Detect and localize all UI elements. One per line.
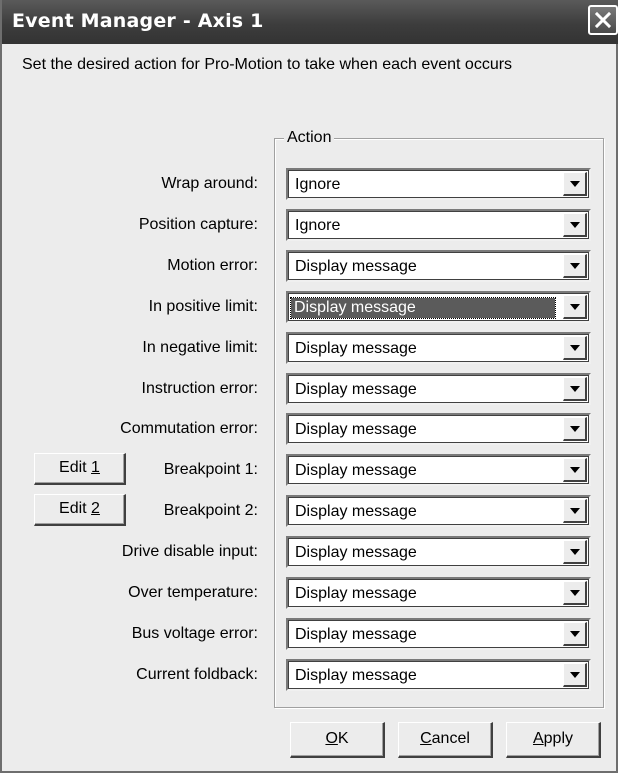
edit-breakpoint-2-button[interactable]: Edit 2 [34,494,126,526]
dropdown-arrow-button[interactable] [563,663,587,687]
ok-mnemonic: O [325,730,338,747]
dropdown-arrow-button[interactable] [563,295,587,319]
action-dropdown[interactable]: Display message [286,659,591,691]
dropdown-arrow-button[interactable] [563,377,587,401]
event-label: In positive limit: [148,298,258,315]
ok-label-rest: K [337,730,349,747]
event-label: Wrap around: [161,175,258,192]
action-dropdown-value: Ignore [295,217,341,234]
cancel-button[interactable]: Cancel [398,722,493,758]
window-title: Event Manager - Axis 1 [12,10,264,32]
close-icon [594,11,612,29]
action-dropdown-value: Display message [295,421,417,438]
action-dropdown[interactable]: Display message [286,291,591,323]
chevron-down-icon [570,263,580,269]
action-dropdown[interactable]: Display message [286,373,591,405]
action-dropdown-value: Display message [295,626,417,643]
dropdown-arrow-button[interactable] [563,458,587,482]
dropdown-arrow-button[interactable] [563,336,587,360]
chevron-down-icon [570,386,580,392]
edit-1-mnemonic: 1 [91,459,100,476]
chevron-down-icon [570,631,580,637]
edit-2-mnemonic: 2 [91,500,100,517]
title-bar[interactable]: Event Manager - Axis 1 [2,0,618,44]
action-dropdown-value: Display message [295,503,417,520]
close-button[interactable] [588,5,618,35]
chevron-down-icon [570,467,580,473]
edit-1-prefix: Edit [59,459,92,476]
dropdown-arrow-button[interactable] [563,417,587,441]
dropdown-arrow-button[interactable] [563,254,587,278]
event-label: In negative limit: [142,339,258,356]
action-dropdown-value: Display message [295,340,417,357]
action-dropdown-value: Display message [295,667,417,684]
action-dropdown[interactable]: Display message [286,618,591,650]
action-dropdown[interactable]: Display message [286,413,591,445]
instruction-text: Set the desired action for Pro-Motion to… [22,56,513,73]
action-dropdown-value: Display message [295,585,417,602]
edit-2-prefix: Edit [59,500,92,517]
chevron-down-icon [570,222,580,228]
event-label: Breakpoint 1: [163,461,258,478]
chevron-down-icon [570,181,580,187]
action-dropdown-value: Display message [295,544,417,561]
chevron-down-icon [570,426,580,432]
event-label: Motion error: [167,257,258,274]
apply-mnemonic: A [532,730,544,747]
chevron-down-icon [570,549,580,555]
chevron-down-icon [570,304,580,310]
dropdown-arrow-button[interactable] [563,499,587,523]
action-dropdown-value: Display message [295,462,417,479]
action-dropdown[interactable]: Display message [286,332,591,364]
apply-label-rest: pply [543,730,574,747]
chevron-down-icon [570,672,580,678]
action-group-legend: Action [284,128,335,148]
action-dropdown[interactable]: Ignore [286,209,591,241]
action-dropdown-value: Display message [295,258,417,275]
dropdown-arrow-button[interactable] [563,213,587,237]
action-dropdown-value: Ignore [295,176,341,193]
event-label: Instruction error: [141,380,258,397]
chevron-down-icon [570,508,580,514]
event-manager-dialog: Event Manager - Axis 1 Set the desired a… [0,0,618,773]
event-label: Bus voltage error: [131,625,258,642]
event-label: Over temperature: [128,584,258,601]
chevron-down-icon [570,590,580,596]
ok-button[interactable]: OK [290,722,385,758]
cancel-label-rest: ancel [431,730,470,747]
dropdown-arrow-button[interactable] [563,581,587,605]
action-dropdown[interactable]: Display message [286,454,591,486]
cancel-mnemonic: C [420,730,432,747]
event-label: Breakpoint 2: [163,502,258,519]
chevron-down-icon [570,345,580,351]
event-label: Position capture: [138,216,258,233]
action-dropdown[interactable]: Display message [286,577,591,609]
action-dropdown-value: Display message [295,381,417,398]
action-dropdown[interactable]: Display message [286,250,591,282]
dropdown-arrow-button[interactable] [563,172,587,196]
event-label: Commutation error: [120,420,258,437]
event-label: Current foldback: [136,666,258,683]
dropdown-arrow-button[interactable] [563,540,587,564]
action-dropdown[interactable]: Display message [286,495,591,527]
event-label: Drive disable input: [121,543,258,560]
dropdown-arrow-button[interactable] [563,622,587,646]
action-dropdown[interactable]: Display message [286,536,591,568]
apply-button[interactable]: Apply [506,722,601,758]
action-dropdown[interactable]: Ignore [286,168,591,200]
edit-breakpoint-1-button[interactable]: Edit 1 [34,453,126,485]
action-dropdown-value: Display message [290,297,556,319]
